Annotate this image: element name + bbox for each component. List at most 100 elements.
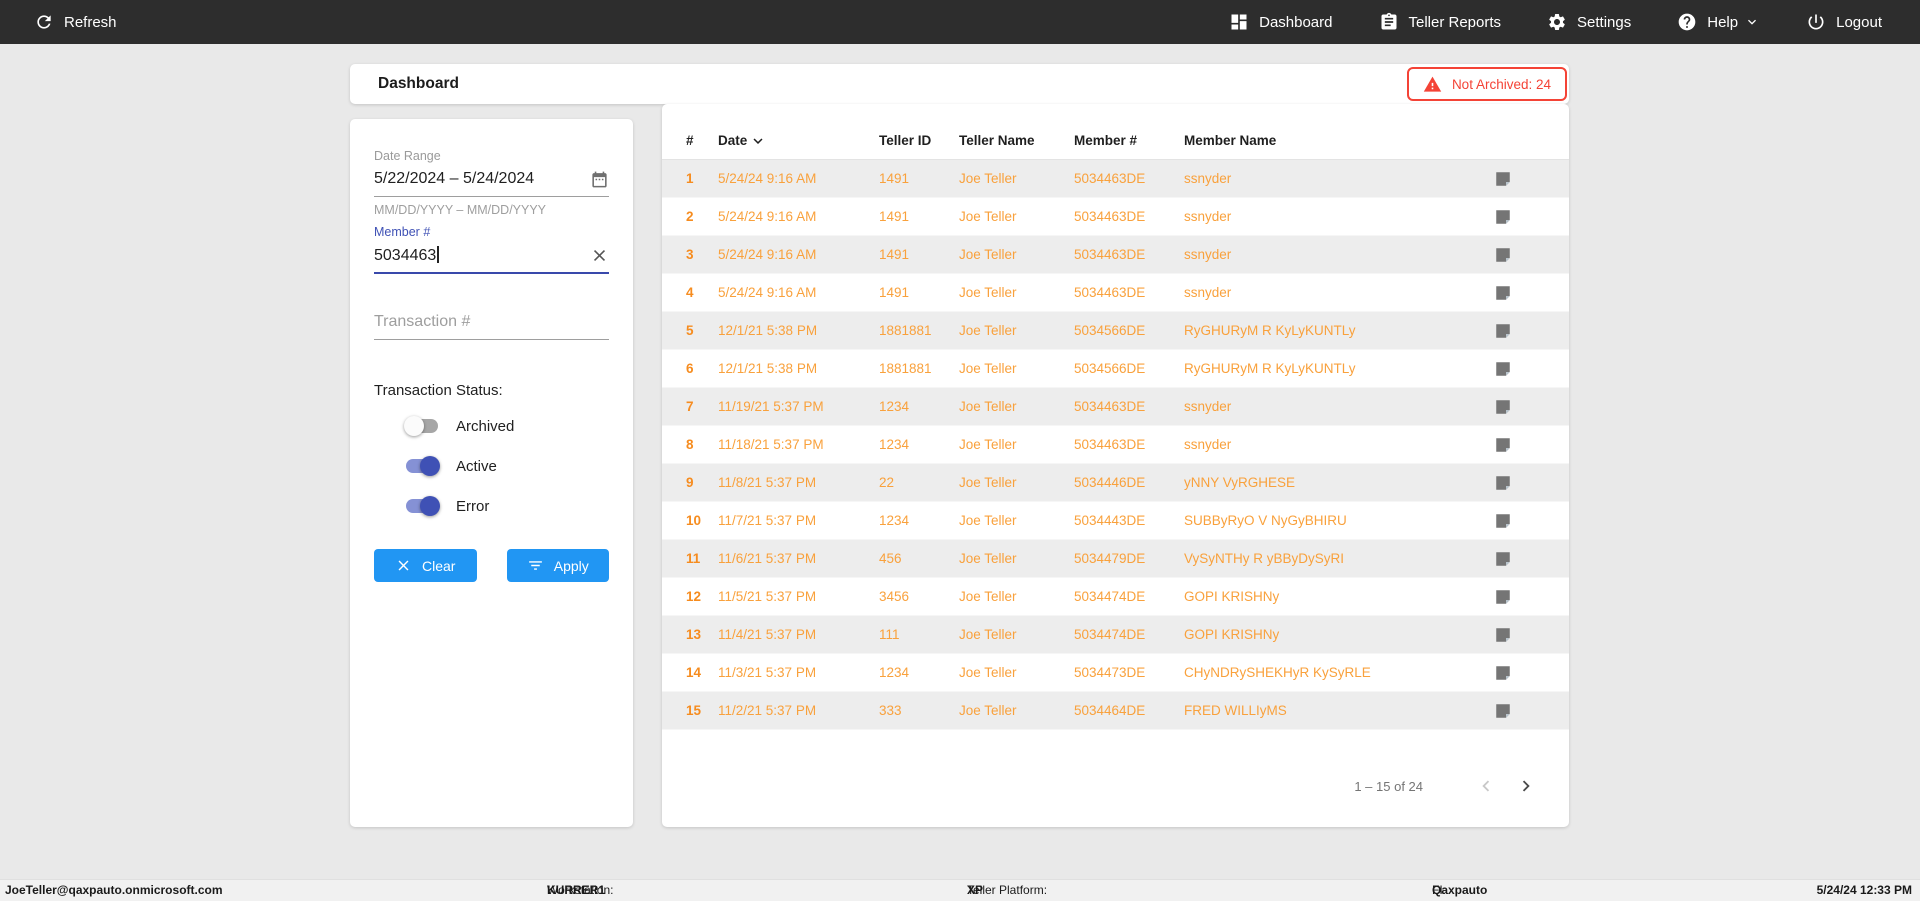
row-number: 10 [686, 513, 718, 528]
cell-teller-id: 3456 [879, 589, 959, 604]
teller-platform-info: Teller Platform: XP [967, 880, 983, 901]
note-icon[interactable] [1494, 474, 1512, 492]
cell-date: 11/19/21 5:37 PM [718, 399, 879, 414]
refresh-button[interactable]: Refresh [0, 12, 117, 32]
note-icon[interactable] [1494, 398, 1512, 416]
page-title: Dashboard [378, 75, 459, 93]
nav-help[interactable]: Help [1677, 12, 1760, 32]
note-icon[interactable] [1494, 246, 1512, 264]
nav-settings[interactable]: Settings [1547, 12, 1631, 32]
note-icon[interactable] [1494, 208, 1512, 226]
cell-date: 11/7/21 5:37 PM [718, 513, 879, 528]
member-number-label: Member # [374, 225, 609, 239]
transaction-number-input[interactable]: Transaction # [374, 310, 609, 334]
row-number: 13 [686, 627, 718, 642]
cell-teller-name: Joe Teller [959, 513, 1074, 528]
chevron-right-icon [1515, 775, 1537, 797]
nav-dashboard[interactable]: Dashboard [1229, 12, 1332, 32]
note-icon[interactable] [1494, 436, 1512, 454]
table-row[interactable]: 4 5/24/24 9:16 AM 1491 Joe Teller 503446… [662, 274, 1569, 312]
member-number-input[interactable]: 5034463 [374, 243, 609, 267]
table-row[interactable]: 1 5/24/24 9:16 AM 1491 Joe Teller 503446… [662, 160, 1569, 198]
top-nav-menu: Dashboard Teller Reports Settings Help L… [1229, 12, 1920, 32]
cell-member-name: SUBByRyO V NyGyBHIRU [1184, 513, 1488, 528]
cell-teller-name: Joe Teller [959, 247, 1074, 262]
next-page-button[interactable] [1513, 773, 1539, 799]
member-number-underline [374, 272, 609, 274]
note-icon[interactable] [1494, 702, 1512, 720]
apply-button[interactable]: Apply [507, 549, 610, 582]
cell-member-num: 5034474DE [1074, 627, 1184, 642]
table-row[interactable]: 10 11/7/21 5:37 PM 1234 Joe Teller 50344… [662, 502, 1569, 540]
previous-page-button[interactable] [1473, 773, 1499, 799]
nav-teller-reports-label: Teller Reports [1409, 14, 1502, 31]
toggle-active[interactable]: Active [404, 453, 609, 479]
nav-dashboard-label: Dashboard [1259, 14, 1332, 31]
text-caret [437, 246, 439, 263]
filter-icon [527, 557, 544, 574]
archived-switch[interactable] [404, 416, 440, 436]
note-icon[interactable] [1494, 360, 1512, 378]
cell-member-num: 5034463DE [1074, 209, 1184, 224]
table-row[interactable]: 9 11/8/21 5:37 PM 22 Joe Teller 5034446D… [662, 464, 1569, 502]
row-number: 6 [686, 361, 718, 376]
pagination-range: 1 – 15 of 24 [1354, 779, 1423, 794]
not-archived-badge[interactable]: Not Archived: 24 [1407, 67, 1567, 101]
logged-in-user: JoeTeller@qaxpauto.onmicrosoft.com [5, 880, 223, 901]
note-icon[interactable] [1494, 626, 1512, 644]
table-row[interactable]: 2 5/24/24 9:16 AM 1491 Joe Teller 503446… [662, 198, 1569, 236]
table-row[interactable]: 15 11/2/21 5:37 PM 333 Joe Teller 503446… [662, 692, 1569, 730]
note-icon[interactable] [1494, 664, 1512, 682]
cell-teller-name: Joe Teller [959, 627, 1074, 642]
transaction-number-placeholder: Transaction # [374, 313, 470, 331]
date-range-input[interactable]: 5/22/2024 – 5/24/2024 [374, 167, 609, 191]
cell-teller-id: 333 [879, 703, 959, 718]
nav-logout[interactable]: Logout [1806, 12, 1882, 32]
active-switch[interactable] [404, 456, 440, 476]
cell-teller-id: 1234 [879, 665, 959, 680]
status-bar: JoeTeller@qaxpauto.onmicrosoft.com Works… [0, 879, 1920, 901]
toggle-archived[interactable]: Archived [404, 413, 609, 439]
note-icon[interactable] [1494, 512, 1512, 530]
clear-field-icon[interactable] [590, 246, 609, 265]
transaction-status-label: Transaction Status: [374, 382, 609, 399]
table-row[interactable]: 11 11/6/21 5:37 PM 456 Joe Teller 503447… [662, 540, 1569, 578]
note-icon[interactable] [1494, 322, 1512, 340]
top-nav: Refresh Dashboard Teller Reports Setting… [0, 0, 1920, 44]
warning-icon [1423, 75, 1442, 94]
calendar-icon[interactable] [590, 170, 609, 189]
cell-member-num: 5034463DE [1074, 399, 1184, 414]
cell-member-name: VySyNTHy R yBByDySyRI [1184, 551, 1488, 566]
note-icon[interactable] [1494, 284, 1512, 302]
table-row[interactable]: 5 12/1/21 5:38 PM 1881881 Joe Teller 503… [662, 312, 1569, 350]
cell-member-name: RyGHURyM R KyLyKUNTLy [1184, 361, 1488, 376]
column-header-date[interactable]: Date [718, 132, 879, 150]
note-icon[interactable] [1494, 550, 1512, 568]
cell-member-num: 5034463DE [1074, 437, 1184, 452]
error-switch[interactable] [404, 496, 440, 516]
cell-teller-id: 1491 [879, 247, 959, 262]
table-row[interactable]: 13 11/4/21 5:37 PM 111 Joe Teller 503447… [662, 616, 1569, 654]
table-row[interactable]: 3 5/24/24 9:16 AM 1491 Joe Teller 503446… [662, 236, 1569, 274]
row-number: 15 [686, 703, 718, 718]
table-row[interactable]: 14 11/3/21 5:37 PM 1234 Joe Teller 50344… [662, 654, 1569, 692]
cell-member-name: ssnyder [1184, 247, 1488, 262]
cell-member-name: ssnyder [1184, 171, 1488, 186]
cell-date: 11/2/21 5:37 PM [718, 703, 879, 718]
table-row[interactable]: 8 11/18/21 5:37 PM 1234 Joe Teller 50344… [662, 426, 1569, 464]
note-icon[interactable] [1494, 170, 1512, 188]
table-row[interactable]: 12 11/5/21 5:37 PM 3456 Joe Teller 50344… [662, 578, 1569, 616]
nav-teller-reports[interactable]: Teller Reports [1379, 12, 1502, 32]
cell-date: 11/8/21 5:37 PM [718, 475, 879, 490]
archived-label: Archived [456, 418, 514, 435]
help-icon [1677, 12, 1697, 32]
table-row[interactable]: 6 12/1/21 5:38 PM 1881881 Joe Teller 503… [662, 350, 1569, 388]
row-number: 11 [686, 551, 718, 566]
row-number: 14 [686, 665, 718, 680]
clear-button[interactable]: Clear [374, 549, 477, 582]
table-row[interactable]: 7 11/19/21 5:37 PM 1234 Joe Teller 50344… [662, 388, 1569, 426]
cell-date: 5/24/24 9:16 AM [718, 247, 879, 262]
note-icon[interactable] [1494, 588, 1512, 606]
cell-teller-id: 111 [879, 627, 959, 642]
toggle-error[interactable]: Error [404, 493, 609, 519]
